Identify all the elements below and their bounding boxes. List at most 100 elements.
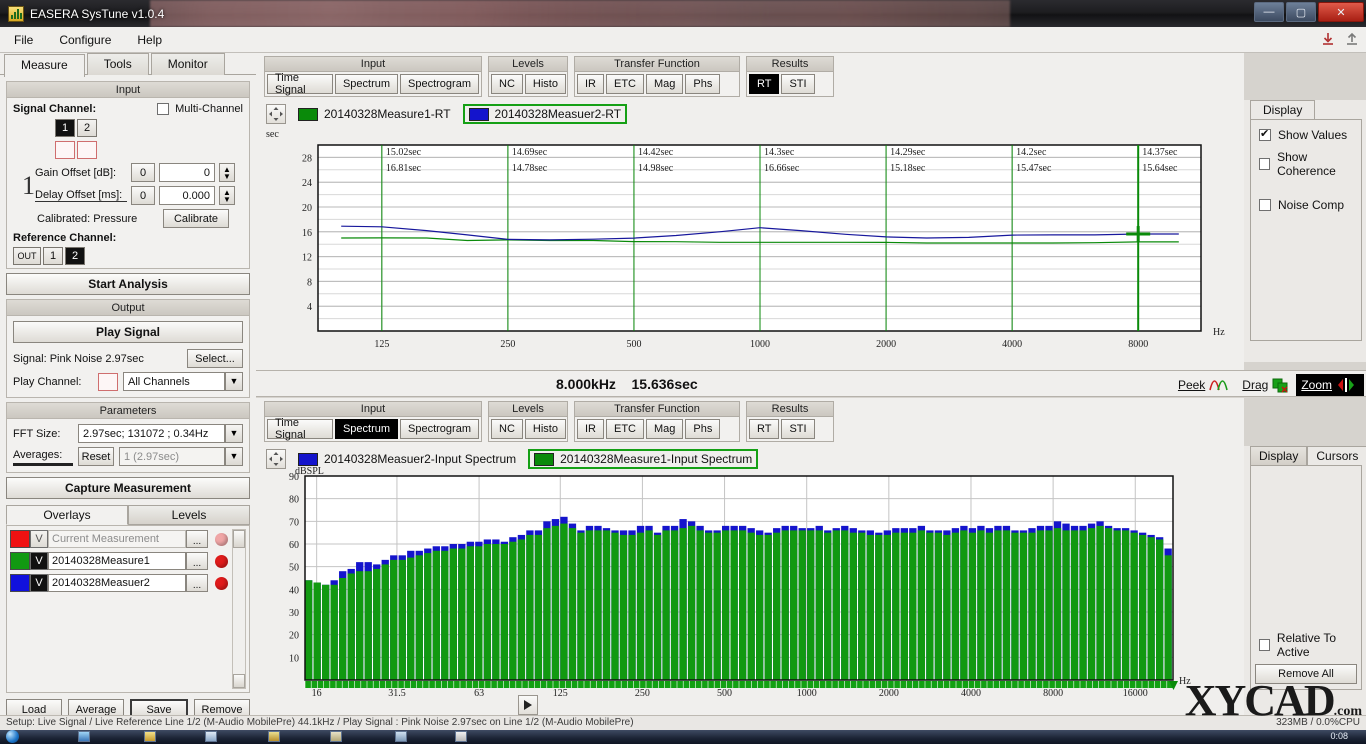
overlay-options-button[interactable]: ... [186,552,208,570]
overlays-scrollbar[interactable] [232,529,246,689]
taskbar-item-2[interactable] [144,731,156,742]
minimize-button[interactable]: — [1254,2,1284,22]
upload-icon[interactable] [1344,31,1360,47]
legend-item-measure1[interactable]: 20140328Measure1-RT [294,106,455,122]
pan-tool-icon[interactable] [266,104,286,124]
close-button[interactable]: ✕ [1318,2,1364,22]
sp-btn-etc[interactable]: ETC [606,419,644,439]
play-channel-select[interactable]: All Channels [123,372,225,391]
reference-channel-2-button[interactable]: 2 [65,247,85,265]
overlay-name[interactable]: Current Measurement [48,530,186,548]
spectrum-chart-svg[interactable]: 10203040506070809016 31.5 63 125 250 500 1000 2… [260,462,1240,710]
show-values-row[interactable]: Show Values [1259,127,1361,142]
relative-to-active-row[interactable]: Relative To Active [1259,631,1361,659]
tab-measure[interactable]: Measure [4,54,85,77]
tab-display[interactable]: Display [1250,446,1308,465]
gain-offset-reset-button[interactable]: 0 [131,163,155,182]
taskbar-item-7[interactable] [455,731,467,742]
start-orb-icon[interactable] [6,730,19,743]
download-icon[interactable] [1320,31,1336,47]
sp-btn-spectrogram[interactable]: Spectrogram [400,419,479,439]
multi-channel-checkbox[interactable] [157,103,170,115]
overlay-options-button[interactable]: ... [186,574,208,592]
show-coherence-row[interactable]: Show Coherence [1259,150,1361,178]
rt-btn-etc[interactable]: ETC [606,74,644,94]
delay-offset-stepper[interactable]: ▲ ▼ [219,186,235,205]
sp-btn-histo[interactable]: Histo [524,419,566,439]
overlay-record-indicator[interactable] [215,576,228,590]
rt-btn-time-signal[interactable]: Time Signal [267,72,333,96]
drag-mode-button[interactable]: Drag [1237,374,1294,396]
sp-btn-time-signal[interactable]: Time Signal [267,417,333,441]
calibrate-button[interactable]: Calibrate [163,209,229,228]
overlay-color-swatch[interactable] [10,552,30,570]
taskbar-item-6[interactable] [395,731,407,742]
taskbar-item-4[interactable] [268,731,280,742]
spectrum-play-button[interactable] [518,695,538,715]
averages-dropdown-icon[interactable]: ▼ [225,447,243,466]
delay-offset-input[interactable]: 0.000 [159,186,215,205]
maximize-button[interactable]: ▢ [1286,2,1316,22]
noise-comp-checkbox[interactable] [1259,199,1271,211]
overlay-record-indicator[interactable] [215,532,228,546]
relative-to-active-checkbox[interactable] [1259,639,1270,651]
taskbar-item-5[interactable] [330,731,342,742]
remove-all-button[interactable]: Remove All [1255,664,1357,684]
scrollbar-end-button[interactable] [233,674,245,688]
select-signal-button[interactable]: Select... [187,349,243,368]
overlay-name[interactable]: 20140328Measure1 [48,552,186,570]
menu-item-help[interactable]: Help [133,31,166,49]
taskbar-item-1[interactable] [78,731,90,742]
rt-btn-rt[interactable]: RT [749,74,780,94]
overlay-visibility-toggle[interactable]: V [30,574,48,592]
list-item[interactable]: V 20140328Measure1 ... [10,551,228,571]
sp-btn-ir[interactable]: IR [577,419,604,439]
legend-item-measure2[interactable]: 20140328Measuer2-RT [462,104,628,124]
signal-channel-2-button[interactable]: 2 [77,119,97,137]
overlay-color-swatch[interactable] [10,530,30,548]
gain-offset-stepper[interactable]: ▲ ▼ [219,163,235,182]
scrollbar-thumb[interactable] [233,530,245,548]
gain-offset-input[interactable]: 0 [159,163,215,182]
play-signal-button[interactable]: Play Signal [13,321,243,343]
rt-btn-spectrum[interactable]: Spectrum [334,74,399,94]
signal-channel-1-button[interactable]: 1 [55,119,75,137]
rt-btn-phs[interactable]: Phs [685,74,721,94]
rt-chart[interactable]: 4 8 12 16 20 24 28 125 250 500 1000 2000 4000 8000 sec… [260,125,1240,365]
overlay-options-button[interactable]: ... [186,530,208,548]
tab-display[interactable]: Display [1250,100,1316,119]
show-coherence-checkbox[interactable] [1259,158,1271,170]
rt-btn-nc[interactable]: NC [491,74,523,94]
sp-btn-nc[interactable]: NC [491,419,523,439]
list-item[interactable]: V 20140328Measuer2 ... [10,573,228,593]
menu-item-file[interactable]: File [10,31,37,49]
fft-size-dropdown-icon[interactable]: ▼ [225,424,243,443]
rt-btn-histo[interactable]: Histo [524,74,566,94]
rt-btn-spectrogram[interactable]: Spectrogram [400,74,479,94]
show-values-checkbox[interactable] [1259,127,1271,141]
capture-measurement-button[interactable]: Capture Measurement [6,477,250,499]
rt-btn-ir[interactable]: IR [577,74,604,94]
rt-chart-svg[interactable]: 4 8 12 16 20 24 28 125 250 500 1000 2000 4000 8000 sec… [260,125,1240,365]
sp-btn-rt[interactable]: RT [749,419,780,439]
sp-btn-mag[interactable]: Mag [646,419,684,439]
zoom-mode-button[interactable]: Zoom [1296,373,1364,396]
overlay-record-indicator[interactable] [215,554,228,568]
tab-levels[interactable]: Levels [128,505,250,525]
menu-item-configure[interactable]: Configure [55,31,115,49]
taskbar-item-3[interactable] [205,731,217,742]
play-channel-dropdown-icon[interactable]: ▼ [225,372,243,391]
fft-size-select[interactable]: 2.97sec; 131072 ; 0.34Hz [78,424,225,443]
overlay-color-swatch[interactable] [10,574,30,592]
averages-reset-button[interactable]: Reset [78,447,114,466]
reference-out-button[interactable]: OUT [13,247,41,265]
delay-offset-reset-button[interactable]: 0 [131,186,155,205]
rt-btn-sti[interactable]: STI [781,74,815,94]
reference-channel-1-button[interactable]: 1 [43,247,63,265]
rt-btn-mag[interactable]: Mag [646,74,684,94]
averages-select[interactable]: 1 (2.97sec) [119,447,225,466]
list-item[interactable]: V Current Measurement ... [10,529,228,549]
noise-comp-row[interactable]: Noise Comp [1259,198,1361,212]
overlay-visibility-toggle[interactable]: V [30,530,48,548]
sp-btn-sti[interactable]: STI [781,419,815,439]
